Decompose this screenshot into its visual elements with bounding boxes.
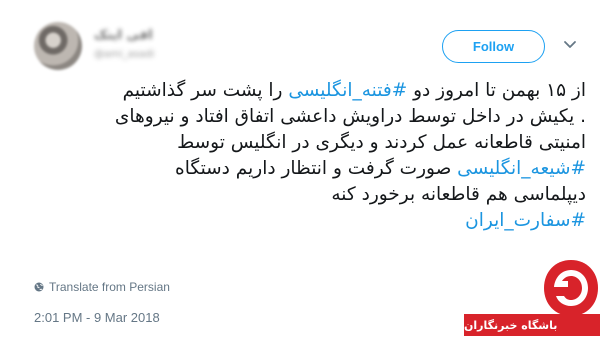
author-display-name[interactable]: افی اینک — [94, 28, 153, 43]
hashtag-link[interactable]: #فتنه_انگلیسی — [288, 80, 407, 101]
avatar[interactable] — [34, 22, 82, 70]
tweet-timestamp[interactable]: 2:01 PM - 9 Mar 2018 — [34, 310, 160, 325]
hashtag-link[interactable]: #سفارت_ایران — [465, 210, 586, 231]
tweet-card: افی اینک @ami_asadi Follow از ۱۵ بهمن تا… — [0, 0, 600, 337]
tweet-text-segment: از ۱۵ بهمن تا امروز دو — [407, 80, 586, 101]
tweet-text-segment: صورت گرفت و انتظار داریم دستگاه — [175, 158, 458, 179]
author-handle[interactable]: @ami_asadi — [94, 49, 154, 60]
translate-link[interactable]: Translate from Persian — [34, 280, 170, 294]
tweet-line-2: . یکیش در داخل توسط دراویش داعشی اتفاق ا… — [114, 106, 586, 127]
tweet-line-1: از ۱۵ بهمن تا امروز دو #فتنه_انگلیسی را … — [30, 78, 586, 104]
tweet-text-segment: را پشت سر گذاشتیم — [122, 80, 289, 101]
translate-label: Translate from Persian — [49, 280, 170, 294]
tweet-line-3: امنیتی قاطعانه عمل کردند و دیگری در انگل… — [177, 132, 586, 153]
chevron-down-icon[interactable] — [563, 40, 577, 50]
tweet-line-6: #سفارت_ایران — [30, 208, 586, 234]
watermark-text: باشگاه خبرنگاران — [464, 314, 600, 336]
follow-button[interactable]: Follow — [442, 30, 545, 63]
globe-icon — [34, 282, 44, 292]
tweet-line-4: #شیعه_انگلیسی صورت گرفت و انتظار داریم د… — [30, 156, 586, 182]
watermark-logo: باشگاه خبرنگاران — [464, 258, 600, 337]
hashtag-link[interactable]: #شیعه_انگلیسی — [457, 158, 586, 179]
tweet-line-5: دیپلماسی هم قاطعانه برخورد کنه — [331, 184, 586, 205]
tweet-text: از ۱۵ بهمن تا امروز دو #فتنه_انگلیسی را … — [30, 78, 586, 234]
news-logo-icon — [544, 260, 598, 316]
